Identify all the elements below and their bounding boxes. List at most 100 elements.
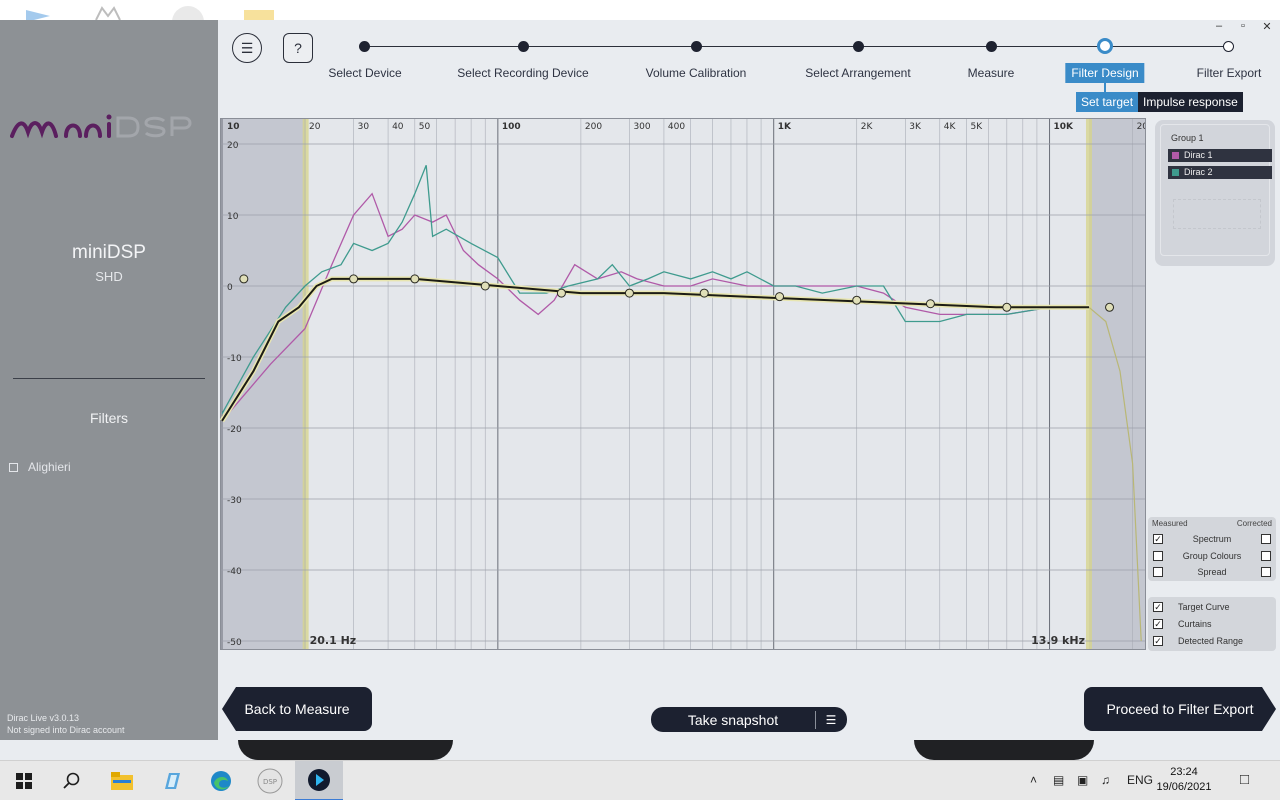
filter-drop-zone[interactable]: [1173, 199, 1261, 229]
x-tick-label: 200: [585, 122, 602, 132]
step-measure[interactable]: Measure: [968, 66, 1015, 80]
minidsp-taskbar-button[interactable]: DSP: [246, 761, 294, 800]
menu-button[interactable]: ☰: [232, 33, 262, 63]
folder-icon: [111, 772, 133, 790]
x-tick-label: 30: [358, 122, 370, 132]
network-icon[interactable]: ▣: [1077, 773, 1088, 787]
step-dot-select-recording-device[interactable]: [518, 41, 529, 52]
target-curve-handle[interactable]: [480, 281, 490, 291]
option-label: Spectrum: [1192, 534, 1232, 544]
x-tick-label: 5K: [971, 122, 984, 132]
volume-icon[interactable]: ♫: [1101, 773, 1110, 787]
measured-header: Measured: [1152, 519, 1188, 528]
tab-impulse-response[interactable]: Impulse response: [1138, 92, 1243, 112]
snapshot-list-icon[interactable]: ☰: [816, 713, 846, 727]
y-tick-label: -50: [227, 638, 242, 648]
color-swatch: [1172, 152, 1179, 159]
target-curve-handle[interactable]: [556, 288, 566, 298]
option-label: Curtains: [1178, 619, 1212, 629]
step-navigator: ☰ ? Select Device Select Recording Devic…: [230, 28, 1270, 118]
target-curve-handle[interactable]: [239, 274, 249, 284]
edge-browser-button[interactable]: [197, 761, 245, 800]
target-curve-handle[interactable]: [852, 295, 862, 305]
target-curve-handle[interactable]: [925, 299, 935, 309]
sidebar-filter-item[interactable]: Alighieri: [9, 460, 71, 474]
dirac-live-window: miniDSP SHD Filters Alighieri Dirac Live…: [0, 20, 1280, 740]
y-tick-label: -40: [227, 567, 242, 577]
target-curve-handle[interactable]: [624, 288, 634, 298]
target-curve-handle[interactable]: [349, 274, 359, 284]
curtain-low-label: 20.1 Hz: [310, 634, 357, 647]
step-volume-calibration[interactable]: Volume Calibration: [646, 66, 747, 80]
filter-checkbox[interactable]: [9, 462, 18, 472]
back-to-measure-button[interactable]: Back to Measure: [222, 687, 372, 731]
corrected-header: Corrected: [1236, 519, 1272, 528]
step-select-arrangement[interactable]: Select Arrangement: [805, 66, 910, 80]
group-colours-corrected-checkbox[interactable]: [1261, 551, 1271, 561]
frequency-response-chart[interactable]: 20 10 0 -10 -20 -30 -40 -50 10 20 30 40 50 100 200 300 4…: [219, 118, 1155, 650]
x-tick-label: 2K: [861, 122, 874, 132]
filter-chip-dirac-2[interactable]: Dirac 2: [1168, 166, 1272, 179]
curtains-checkbox[interactable]: ✓: [1153, 619, 1163, 629]
desktop-shortcut-icon[interactable]: [94, 6, 130, 20]
desktop-shortcut-icon[interactable]: [26, 10, 50, 20]
target-curve-handle[interactable]: [699, 288, 709, 298]
help-button[interactable]: ?: [283, 33, 313, 63]
desktop-shortcut-icon[interactable]: [166, 4, 210, 20]
step-dot-select-device[interactable]: [359, 41, 370, 52]
spectrum-corrected-checkbox[interactable]: [1261, 534, 1271, 544]
target-curve-handle[interactable]: [410, 274, 420, 284]
battery-icon[interactable]: ▤: [1053, 773, 1064, 787]
filters-heading: Filters: [89, 410, 129, 426]
taskbar: DSP ˄ ▤ ▣ ♫ ENG 23:24 19/06/2021 □: [0, 760, 1280, 800]
chevron-up-icon[interactable]: ˄: [1030, 773, 1037, 787]
hamburger-icon: ☰: [240, 39, 254, 56]
notes-app-button[interactable]: [148, 761, 196, 800]
clock-date: 19/06/2021: [1156, 781, 1212, 793]
dirac-live-icon: [308, 769, 330, 791]
filter-group-panel: Group 1 Dirac 1 Dirac 2: [1155, 120, 1275, 266]
step-dot-select-arrangement[interactable]: [853, 41, 864, 52]
version-label: Dirac Live v3.0.13: [7, 713, 80, 723]
file-explorer-button[interactable]: [98, 761, 146, 800]
filter-chip-dirac-1[interactable]: Dirac 1: [1168, 149, 1272, 162]
take-snapshot-button[interactable]: Take snapshot ☰: [651, 707, 847, 732]
option-row-curtains: ✓ Curtains: [1148, 616, 1276, 632]
x-tick-label: 50: [419, 122, 431, 132]
clock[interactable]: 23:24 19/06/2021: [1154, 765, 1214, 795]
detected-range-checkbox[interactable]: ✓: [1153, 636, 1163, 646]
start-button[interactable]: [0, 761, 48, 800]
minidsp-logo: [10, 114, 192, 139]
desktop-background-object: [914, 740, 1094, 760]
minidsp-app-icon: DSP: [257, 768, 283, 794]
step-select-recording-device[interactable]: Select Recording Device: [457, 66, 588, 80]
option-label: Spread: [1197, 567, 1227, 577]
clock-time: 23:24: [1170, 766, 1198, 778]
chart-svg: 20100-10-20-30-40-5010 20 30 40 50 100 200 300 4…: [219, 118, 1155, 650]
target-curve-handle[interactable]: [1105, 302, 1115, 312]
target-curve-handle[interactable]: [1002, 302, 1012, 312]
folder-icon[interactable]: [244, 10, 274, 20]
step-dot-volume-calibration[interactable]: [691, 41, 702, 52]
edge-icon: [211, 771, 231, 791]
option-label: Target Curve: [1178, 602, 1230, 612]
y-tick-label: -10: [227, 354, 242, 364]
y-tick-label: 0: [227, 283, 233, 293]
step-filter-export[interactable]: Filter Export: [1197, 66, 1262, 80]
target-curve-checkbox[interactable]: ✓: [1153, 602, 1163, 612]
notifications-icon[interactable]: □: [1240, 771, 1249, 788]
dirac-live-taskbar-button[interactable]: [295, 761, 343, 800]
step-dot-filter-export[interactable]: [1223, 41, 1234, 52]
language-indicator[interactable]: ENG: [1127, 773, 1153, 787]
x-tick-label: 10: [227, 122, 240, 132]
proceed-to-filter-export-button[interactable]: Proceed to Filter Export: [1084, 687, 1276, 731]
step-dot-measure[interactable]: [986, 41, 997, 52]
option-row-target-curve: ✓ Target Curve: [1148, 599, 1276, 615]
target-curve-handle[interactable]: [775, 292, 785, 302]
step-dot-filter-design[interactable]: [1097, 38, 1113, 54]
step-select-device[interactable]: Select Device: [328, 66, 401, 80]
tab-set-target[interactable]: Set target: [1076, 92, 1139, 112]
search-button[interactable]: [48, 761, 96, 800]
desktop-background-object: [238, 740, 453, 760]
spread-corrected-checkbox[interactable]: [1261, 567, 1271, 577]
